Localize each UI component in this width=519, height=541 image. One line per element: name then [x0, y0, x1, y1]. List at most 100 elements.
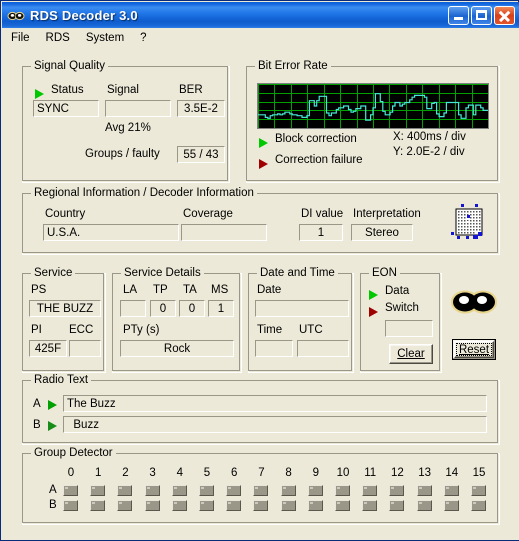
la-value [120, 300, 146, 317]
ta-value: 0 [179, 300, 205, 317]
group-detector-indicator-b-7[interactable] [253, 500, 269, 511]
service-panel: Service PS THE BUZZ PI ECC 425F [22, 267, 106, 373]
group-detector-indicator-a-6[interactable] [226, 485, 242, 496]
pi-label: PI [31, 324, 42, 336]
group-detector-column-label: 6 [230, 467, 238, 479]
group-detector-column-label: 9 [312, 467, 319, 479]
reset-button-focus [456, 343, 492, 356]
group-detector-indicator-b-12[interactable] [389, 500, 405, 511]
ps-label: PS [31, 284, 47, 296]
group-detector-indicator-b-9[interactable] [307, 500, 323, 511]
group-detector-column-label: 13 [418, 467, 431, 479]
group-detector-column-label: 11 [364, 467, 377, 479]
title-bar[interactable]: RDS Decoder 3.0 [2, 2, 519, 28]
ber-scope [257, 83, 489, 129]
date-time-panel: Date and Time Date Time UTC [248, 267, 354, 373]
ecc-value [69, 340, 101, 357]
menu-item-help[interactable]: ? [133, 31, 153, 45]
group-detector-indicator-b-6[interactable] [226, 500, 242, 511]
eon-panel: EON Data Switch Clear [360, 267, 442, 373]
eon-value [385, 320, 433, 337]
group-detector-indicator-b-11[interactable] [362, 500, 378, 511]
time-label: Time [257, 324, 283, 336]
group-detector-column-label: 2 [122, 467, 129, 479]
group-detector-indicator-b-10[interactable] [335, 500, 350, 511]
utc-label: UTC [299, 324, 323, 336]
coverage-label: Coverage [183, 208, 233, 220]
group-detector-indicator-a-9[interactable] [307, 485, 323, 496]
ber-waveform [258, 84, 488, 128]
client-area: Signal Quality Status SYNC Signal BER 3.… [2, 47, 519, 540]
group-detector-indicator-a-2[interactable] [117, 485, 133, 496]
group-detector-indicator-a-7[interactable] [253, 485, 269, 496]
group-detector-column-label: 0 [67, 467, 75, 479]
correction-failure-indicator [259, 159, 268, 169]
interpretation-value: Stereo [351, 224, 413, 241]
reset-button[interactable]: Reset [452, 339, 496, 360]
bit-error-rate-legend: Bit Error Rate [255, 60, 331, 72]
ps-value: THE BUZZ [29, 300, 101, 317]
glasses-icon [450, 285, 498, 324]
la-label: LA [123, 284, 138, 296]
status-label: Status [51, 84, 84, 96]
coverage-value [181, 224, 267, 241]
block-correction-label: Block correction [275, 133, 357, 145]
window-controls [448, 5, 515, 25]
radio-text-b-indicator [48, 421, 57, 431]
window-title: RDS Decoder 3.0 [30, 7, 138, 23]
radio-text-a-value: The Buzz [63, 395, 487, 412]
ms-value: 1 [208, 300, 234, 317]
group-detector-indicator-a-12[interactable] [389, 485, 405, 496]
tp-label: TP [153, 284, 168, 296]
group-detector-indicator-a-11[interactable] [362, 485, 378, 496]
eon-data-label: Data [385, 285, 410, 297]
group-detector-indicator-a-8[interactable] [280, 485, 296, 496]
group-detector-indicator-a-10[interactable] [335, 485, 350, 496]
group-detector-indicator-b-2[interactable] [117, 500, 133, 511]
country-value: U.S.A. [43, 224, 179, 241]
eon-data-indicator [369, 290, 378, 300]
groups-label: Groups / faulty [85, 148, 160, 160]
group-detector-indicator-b-1[interactable] [90, 500, 106, 511]
clear-button[interactable]: Clear [389, 344, 433, 364]
group-detector-indicator-b-5[interactable] [199, 500, 214, 511]
dot-matrix-icon [448, 202, 488, 251]
glasses-icon [7, 7, 25, 23]
menu-item-rds[interactable]: RDS [39, 31, 77, 45]
close-button[interactable] [494, 5, 515, 25]
group-detector-indicator-b-4[interactable] [171, 500, 187, 511]
ms-label: MS [211, 284, 229, 296]
country-label: Country [45, 208, 86, 220]
group-detector-indicator-a-5[interactable] [199, 485, 214, 496]
group-detector-indicator-b-15[interactable] [471, 500, 486, 511]
bit-error-rate-panel: Bit Error Rate Block correction Correcti… [246, 60, 500, 183]
group-detector-indicator-a-15[interactable] [471, 485, 486, 496]
y-scale-label: Y: 2.0E-2 / div [393, 146, 465, 158]
signal-quality-panel: Signal Quality Status SYNC Signal BER 3.… [22, 60, 230, 183]
eon-legend: EON [369, 267, 400, 279]
tp-value: 0 [150, 300, 176, 317]
interpretation-label: Interpretation [353, 208, 421, 220]
group-detector-indicator-b-8[interactable] [280, 500, 296, 511]
group-detector-indicator-a-3[interactable] [144, 485, 160, 496]
status-indicator [35, 89, 44, 99]
group-detector-indicator-a-13[interactable] [416, 485, 432, 496]
group-detector-indicator-b-0[interactable] [63, 500, 78, 511]
radio-text-panel: Radio Text A The Buzz B Buzz [22, 374, 500, 445]
signal-value [105, 100, 171, 117]
group-detector-indicator-a-14[interactable] [443, 485, 459, 496]
group-detector-indicator-b-14[interactable] [443, 500, 459, 511]
menu-item-file[interactable]: File [4, 31, 37, 45]
radio-text-b-value: Buzz [63, 416, 487, 433]
group-detector-indicator-a-4[interactable] [171, 485, 187, 496]
menu-item-system[interactable]: System [79, 31, 131, 45]
group-detector-indicator-b-3[interactable] [144, 500, 160, 511]
maximize-button[interactable] [471, 5, 492, 25]
ta-label: TA [183, 284, 197, 296]
group-detector-indicator-a-1[interactable] [90, 485, 106, 496]
group-detector-indicator-a-0[interactable] [63, 485, 78, 496]
minimize-button[interactable] [448, 5, 469, 25]
block-correction-indicator [259, 138, 268, 148]
regional-information-legend: Regional Information / Decoder Informati… [31, 187, 257, 199]
group-detector-indicator-b-13[interactable] [416, 500, 432, 511]
